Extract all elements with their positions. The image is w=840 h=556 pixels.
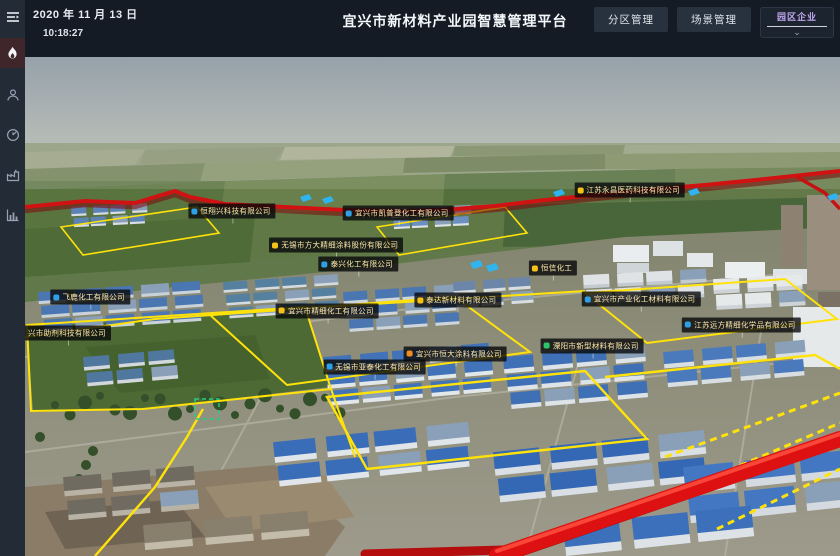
map-label[interactable]: 飞鹿化工有限公司: [50, 290, 129, 305]
map-label-text: 宜兴市凯普登化工有限公司: [355, 208, 449, 219]
bar-chart-icon: [6, 208, 20, 222]
map-label[interactable]: 江苏远方精细化学品有限公司: [682, 317, 800, 332]
map-label[interactable]: 泰达新材料有限公司: [414, 293, 501, 308]
map-label-text: 江苏远方精细化学品有限公司: [694, 319, 795, 330]
company-marker-icon: [272, 242, 278, 248]
zone-manage-button[interactable]: 分区管理: [594, 7, 668, 32]
map-label-text: 宜兴市精细化工有限公司: [288, 305, 374, 316]
map-label[interactable]: 恒翔兴科技有限公司: [188, 204, 275, 219]
map-label[interactable]: 宜兴市精细化工有限公司: [276, 303, 379, 318]
current-time: 10:18:27: [43, 28, 138, 39]
enterprise-dropdown[interactable]: 园区企业 ⌄: [760, 7, 834, 38]
map-label-text: 恒信化工: [541, 263, 572, 274]
map-label[interactable]: 江苏永昌医药科技有限公司: [574, 183, 685, 198]
company-marker-icon: [544, 343, 550, 349]
header: 2020 年 11 月 13 日 10:18:27 宜兴市新材料产业园智慧管理平…: [25, 0, 840, 57]
map-label[interactable]: 宜兴市产业化工材料有限公司: [582, 292, 700, 307]
map-label-text: 兴市助剂科技有限公司: [28, 327, 106, 338]
enterprise-dropdown-label: 园区企业: [761, 10, 833, 23]
map-label[interactable]: 溧阳市新型材料有限公司: [541, 338, 644, 353]
map-label-text: 宜兴市恒大涂料有限公司: [416, 348, 502, 359]
map-label[interactable]: 宜兴市凯普登化工有限公司: [343, 206, 454, 221]
sidebar-item-menu[interactable]: [0, 4, 25, 30]
sidebar-item-enterprise[interactable]: [0, 162, 25, 188]
map-label-text: 泰达新材料有限公司: [426, 295, 496, 306]
map-label[interactable]: 无锡市方大精细涂料股份有限公司: [269, 238, 403, 253]
map-label[interactable]: 恒信化工: [529, 261, 577, 276]
map-label-text: 江苏永昌医药科技有限公司: [586, 185, 680, 196]
company-marker-icon: [346, 210, 352, 216]
sidebar-item-fire[interactable]: [0, 38, 25, 68]
scene-manage-button[interactable]: 场景管理: [677, 7, 751, 32]
company-marker-icon: [417, 297, 423, 303]
map-label-text: 无锡市亚泰化工有限公司: [335, 361, 421, 372]
map-label-text: 飞鹿化工有限公司: [62, 292, 124, 303]
company-marker-icon: [279, 308, 285, 314]
company-marker-icon: [585, 296, 591, 302]
map-label-text: 宜兴市产业化工材料有限公司: [594, 294, 695, 305]
map-label[interactable]: 兴市助剂科技有限公司: [25, 325, 111, 340]
sidebar-item-monitor[interactable]: [0, 122, 25, 148]
flame-icon: [6, 46, 19, 60]
company-marker-icon: [191, 208, 197, 214]
map-label[interactable]: 无锡市亚泰化工有限公司: [323, 359, 426, 374]
chevron-down-icon: ⌄: [761, 28, 833, 36]
datetime: 2020 年 11 月 13 日 10:18:27: [33, 6, 138, 39]
user-icon: [6, 88, 20, 102]
company-marker-icon: [407, 351, 413, 357]
company-marker-icon: [532, 265, 538, 271]
map-label-text: 恒翔兴科技有限公司: [200, 206, 270, 217]
page-title: 宜兴市新材料产业园智慧管理平台: [343, 11, 568, 31]
company-marker-icon: [53, 294, 59, 300]
gauge-icon: [6, 128, 20, 142]
map-label-text: 溧阳市新型材料有限公司: [553, 340, 639, 351]
company-marker-icon: [322, 261, 328, 267]
map-label[interactable]: 泰兴化工有限公司: [319, 257, 398, 272]
sidebar: [0, 0, 25, 556]
sidebar-item-personnel[interactable]: [0, 82, 25, 108]
company-marker-icon: [685, 322, 691, 328]
current-date: 2020 年 11 月 13 日: [33, 6, 138, 22]
company-marker-icon: [577, 187, 583, 193]
menu-icon: [6, 11, 20, 23]
company-marker-icon: [326, 364, 332, 370]
sidebar-item-statistics[interactable]: [0, 202, 25, 228]
map-label-text: 无锡市方大精细涂料股份有限公司: [281, 240, 398, 251]
factory-icon: [6, 168, 20, 182]
map-label-text: 泰兴化工有限公司: [331, 259, 393, 270]
